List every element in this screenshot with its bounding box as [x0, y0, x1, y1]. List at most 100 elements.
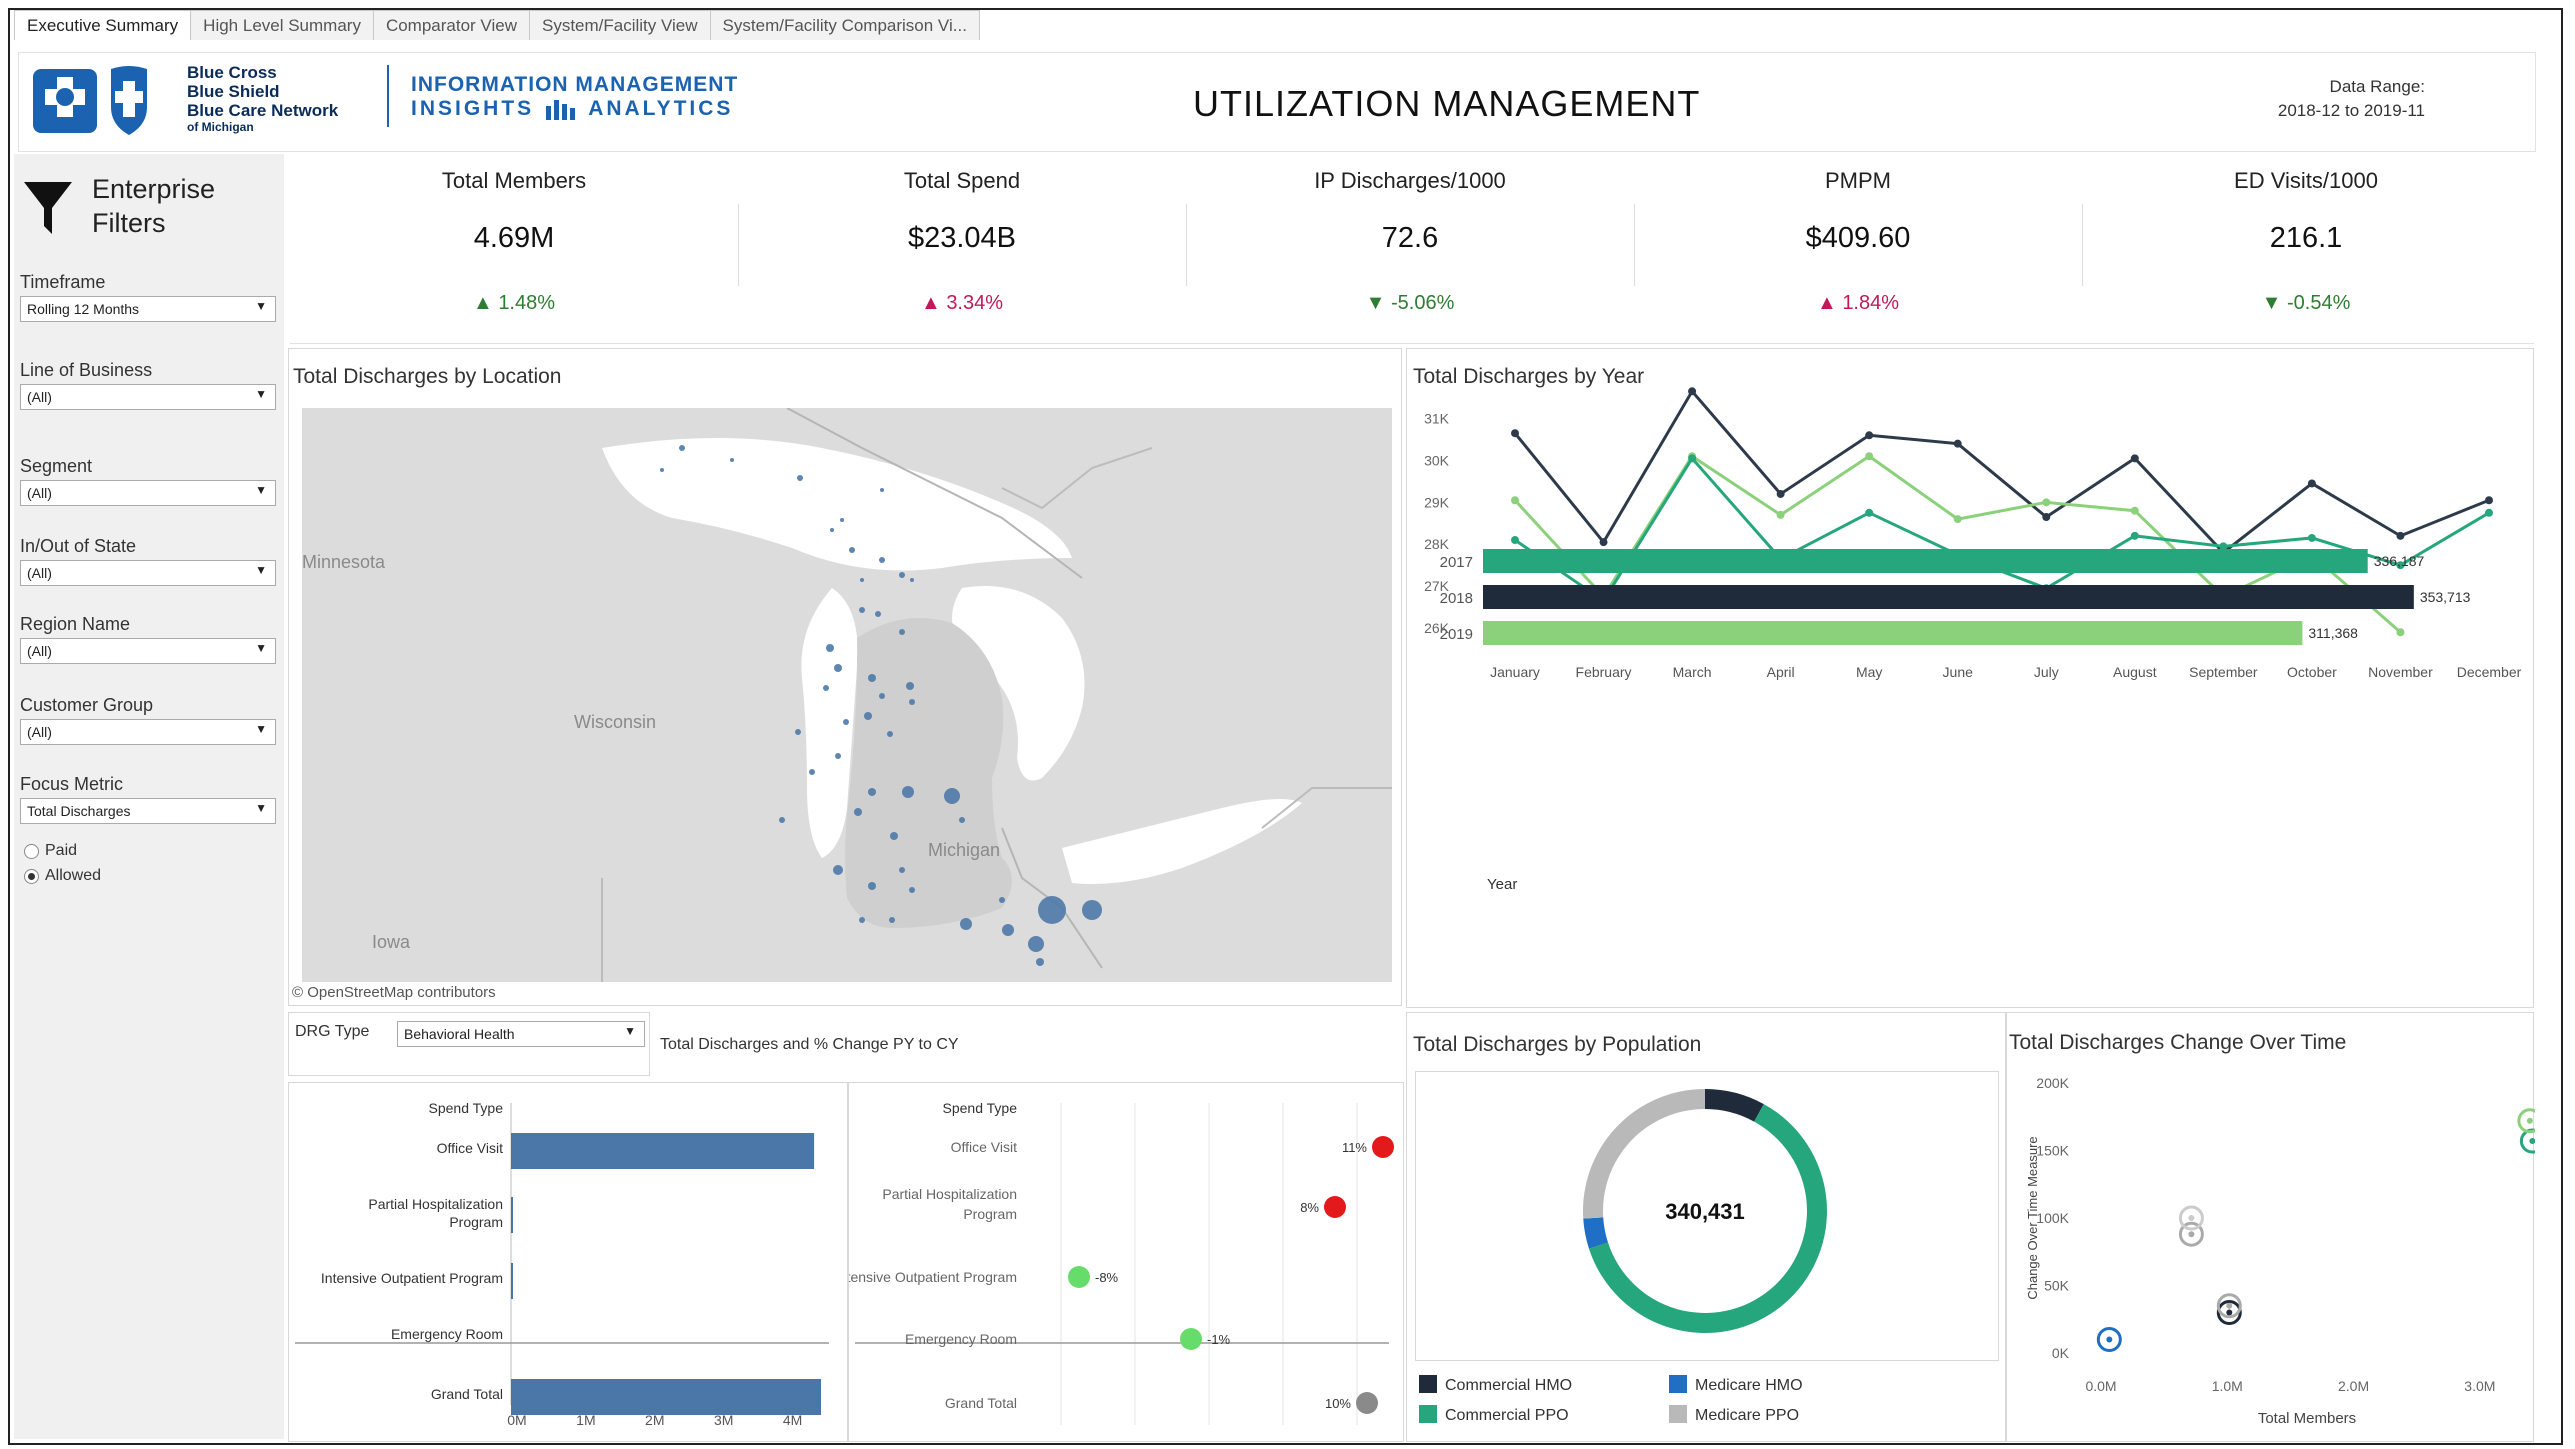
map-location-dot[interactable] — [859, 917, 865, 923]
change-dot[interactable] — [1356, 1392, 1378, 1414]
map-location-dot[interactable] — [859, 607, 865, 613]
map-location-dot[interactable] — [875, 611, 881, 617]
map-location-dot[interactable] — [849, 547, 855, 553]
map-location-dot[interactable] — [833, 865, 843, 875]
map-location-dot[interactable] — [909, 887, 915, 893]
map-location-dot[interactable] — [960, 918, 972, 930]
filter-dropdown-in-out-of-state[interactable]: (All) ▼ — [20, 560, 276, 586]
map-location-dot[interactable] — [860, 578, 864, 582]
radio-allowed-dot[interactable] — [24, 868, 39, 884]
line-point-2018[interactable] — [1511, 429, 1519, 438]
line-point-2017[interactable] — [2485, 508, 2493, 517]
map-location-dot[interactable] — [999, 897, 1005, 903]
map-location-dot[interactable] — [797, 475, 803, 481]
line-point-2019[interactable] — [1776, 510, 1785, 519]
line-point-2018[interactable] — [1865, 431, 1874, 440]
map-location-dot[interactable] — [835, 753, 841, 759]
map-location-dot[interactable] — [899, 867, 905, 873]
drg-dropdown[interactable]: Behavioral Health ▼ — [397, 1021, 645, 1047]
filter-dropdown-focus-metric[interactable]: Total Discharges ▼ — [20, 798, 276, 824]
line-point-2019[interactable] — [2396, 628, 2405, 637]
map-location-dot[interactable] — [902, 786, 914, 798]
map-location-dot[interactable] — [864, 712, 872, 720]
tab-system-facility-view[interactable]: System/Facility View — [528, 10, 711, 40]
map-location-dot[interactable] — [823, 685, 829, 691]
map-location-dot[interactable] — [795, 729, 801, 735]
change-dot[interactable] — [1068, 1266, 1090, 1288]
line-point-2018[interactable] — [1599, 538, 1608, 547]
map-location-dot[interactable] — [868, 882, 876, 890]
filter-dropdown-region-name[interactable]: (All) ▼ — [20, 638, 276, 664]
year-bar-2018[interactable] — [1483, 585, 2414, 609]
filter-dropdown-customer-group[interactable]: (All) ▼ — [20, 719, 276, 745]
map-location-dot[interactable] — [890, 832, 898, 840]
line-point-2019[interactable] — [2042, 498, 2051, 507]
radio-paid-dot[interactable] — [24, 843, 39, 859]
map-location-dot[interactable] — [830, 528, 834, 532]
map-location-dot[interactable] — [843, 719, 849, 725]
spend-bar[interactable] — [511, 1197, 513, 1233]
spend-bar[interactable] — [511, 1263, 513, 1299]
line-point-2017[interactable] — [2130, 531, 2139, 540]
map-location-dot[interactable] — [1028, 936, 1044, 952]
line-point-2017[interactable] — [1688, 454, 1697, 463]
line-point-2018[interactable] — [1953, 439, 1962, 448]
line-point-2019[interactable] — [1953, 515, 1962, 524]
tab-system-facility-comparison[interactable]: System/Facility Comparison Vi... — [709, 10, 980, 40]
filter-dropdown-line-of-business[interactable]: (All) ▼ — [20, 384, 276, 410]
year-bar-2019[interactable] — [1483, 621, 2303, 645]
change-dot[interactable] — [1372, 1136, 1394, 1158]
map-location-dot[interactable] — [944, 788, 960, 804]
line-point-2018[interactable] — [2396, 531, 2405, 540]
map-location-dot[interactable] — [1036, 958, 1044, 966]
radio-allowed[interactable]: Allowed — [24, 867, 101, 885]
line-point-2017[interactable] — [1865, 508, 1874, 517]
map-location-dot[interactable] — [834, 664, 842, 672]
map-location-dot[interactable] — [899, 629, 905, 635]
map-location-dot[interactable] — [779, 817, 785, 823]
line-point-2018[interactable] — [2130, 454, 2139, 463]
map-location-dot[interactable] — [840, 518, 844, 522]
donut-slice-commercial-hmo[interactable] — [1705, 1089, 1764, 1122]
discharges-map[interactable]: Minnesota Wisconsin Michigan Iowa — [302, 408, 1392, 982]
year-bar-2017[interactable] — [1483, 549, 2368, 573]
map-location-dot[interactable] — [1038, 896, 1066, 924]
map-location-dot[interactable] — [909, 699, 915, 705]
map-location-dot[interactable] — [826, 644, 834, 652]
radio-paid[interactable]: Paid — [24, 842, 77, 860]
line-point-2018[interactable] — [2307, 479, 2316, 488]
map-location-dot[interactable] — [879, 557, 885, 563]
map-location-dot[interactable] — [880, 488, 884, 492]
line-point-2018[interactable] — [1776, 489, 1785, 498]
map-location-dot[interactable] — [854, 808, 862, 816]
filter-dropdown-segment[interactable]: (All) ▼ — [20, 480, 276, 506]
map-location-dot[interactable] — [887, 731, 893, 737]
spend-bar[interactable] — [511, 1133, 815, 1169]
map-canvas[interactable]: Minnesota Wisconsin Michigan Iowa — [302, 408, 1392, 982]
map-location-dot[interactable] — [879, 693, 885, 699]
tab-executive-summary[interactable]: Executive Summary — [14, 10, 192, 40]
change-dot[interactable] — [1324, 1196, 1346, 1218]
line-point-2018[interactable] — [2042, 513, 2051, 521]
line-point-2017[interactable] — [2307, 533, 2316, 542]
line-point-2018[interactable] — [2485, 496, 2493, 505]
map-location-dot[interactable] — [809, 769, 815, 775]
line-series-2018[interactable] — [1513, 388, 2490, 555]
change-dot[interactable] — [1180, 1328, 1202, 1350]
map-location-dot[interactable] — [868, 788, 876, 796]
map-location-dot[interactable] — [906, 682, 914, 690]
line-point-2019[interactable] — [1865, 452, 1874, 461]
map-location-dot[interactable] — [899, 572, 905, 578]
map-location-dot[interactable] — [959, 817, 965, 823]
map-location-dot[interactable] — [1082, 900, 1102, 920]
line-point-2019[interactable] — [1511, 496, 1519, 505]
map-location-dot[interactable] — [868, 674, 876, 682]
map-location-dot[interactable] — [679, 445, 685, 451]
line-point-2019[interactable] — [2130, 506, 2139, 515]
map-location-dot[interactable] — [889, 917, 895, 923]
map-location-dot[interactable] — [730, 458, 734, 462]
map-location-dot[interactable] — [660, 468, 664, 472]
line-point-2017[interactable] — [1511, 536, 1519, 545]
map-location-dot[interactable] — [910, 578, 914, 582]
line-point-2018[interactable] — [1688, 387, 1697, 396]
